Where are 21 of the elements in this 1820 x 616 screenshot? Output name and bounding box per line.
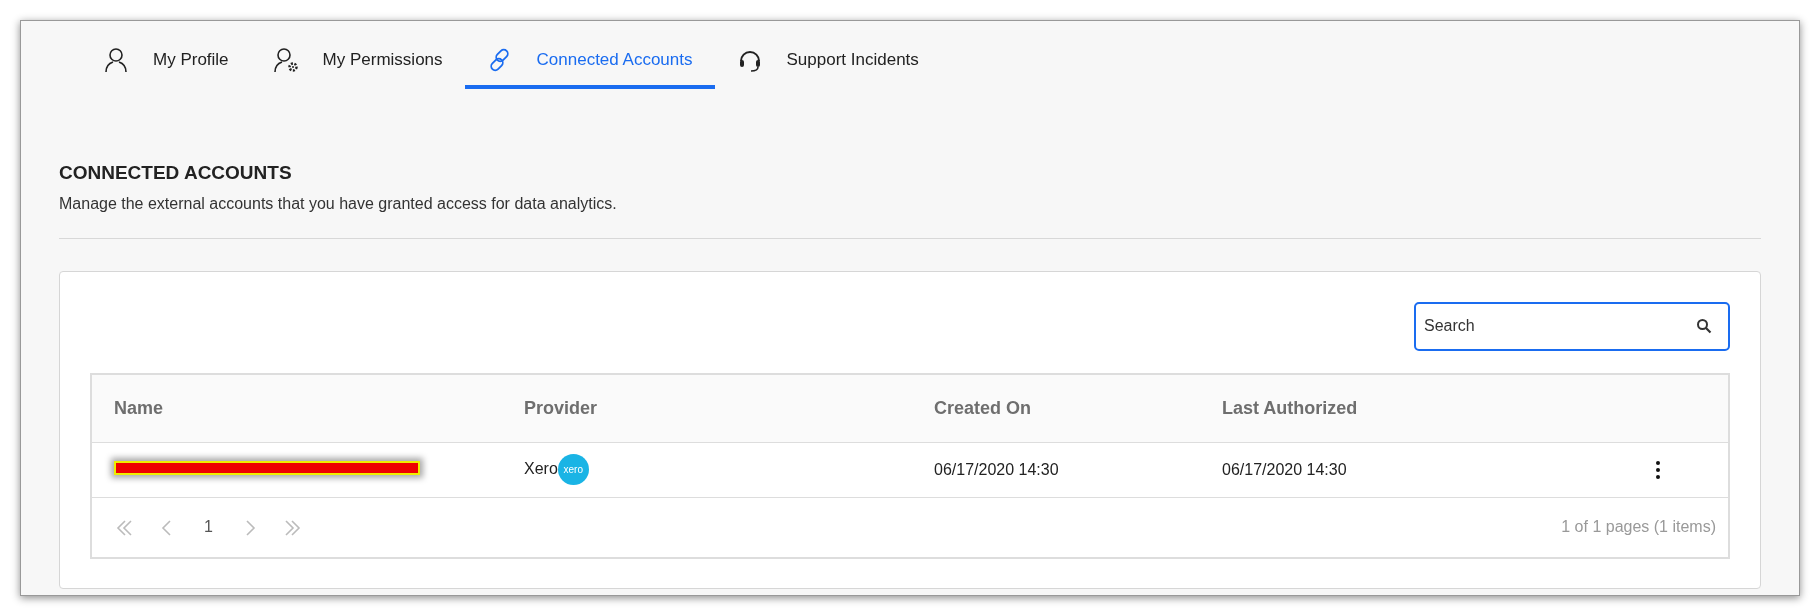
- provider-logo: xero: [557, 454, 589, 485]
- search-icon: [1696, 317, 1712, 334]
- section-title: CONNECTED ACCOUNTS: [59, 161, 293, 185]
- user-icon: [103, 47, 129, 73]
- column-header[interactable]: Created On: [912, 394, 1200, 422]
- provider-name: Xero: [524, 459, 558, 477]
- tab[interactable]: Support Incidents: [714, 35, 941, 89]
- tab[interactable]: My Profile: [81, 35, 251, 89]
- user-gear-icon: [272, 47, 299, 73]
- section-description: Manage the external accounts that you have granted access for data analytics.: [59, 193, 618, 214]
- column-header[interactable]: Provider: [502, 394, 912, 422]
- table-cell-text: 06/17/2020 14:30: [1221, 459, 1348, 480]
- tab[interactable]: My Permissions: [250, 35, 465, 89]
- column-header[interactable]: Name: [92, 394, 502, 422]
- table-cell-text: 06/17/2020 14:30: [933, 459, 1060, 480]
- tab[interactable]: Connected Accounts: [464, 35, 715, 89]
- pager-summary: 1 of 1 pages (1 items): [1561, 517, 1716, 537]
- search-field[interactable]: Search: [1414, 301, 1730, 351]
- page-number[interactable]: 1: [188, 515, 229, 539]
- column-header[interactable]: Last Authorized: [1200, 394, 1648, 422]
- kebab-icon: [1655, 460, 1661, 481]
